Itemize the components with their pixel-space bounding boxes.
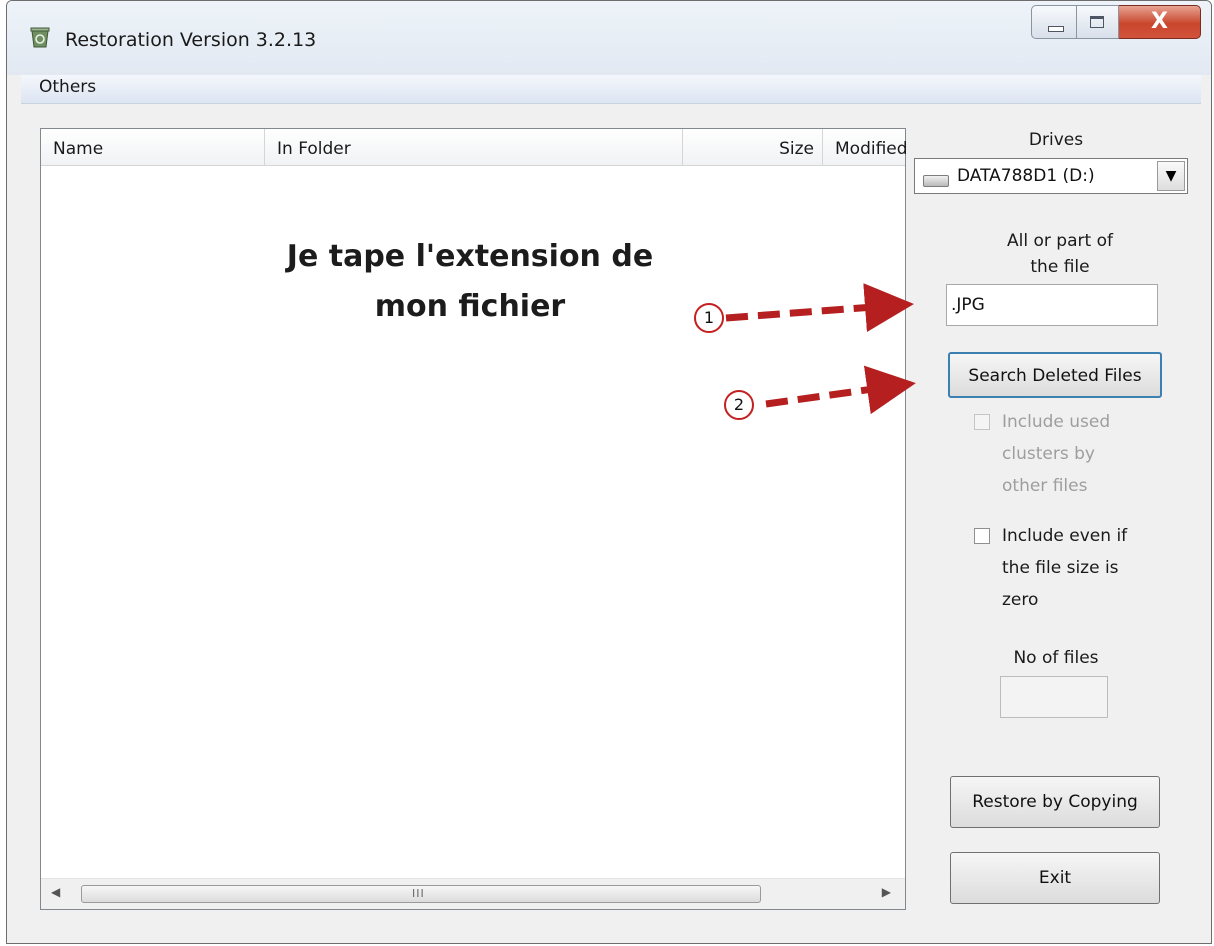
annotation-arrows xyxy=(725,283,916,415)
step-2-marker: 2 xyxy=(724,390,754,420)
arrow-2 xyxy=(765,365,916,415)
arrow-1 xyxy=(725,283,914,333)
step-1-marker: 1 xyxy=(694,303,724,333)
